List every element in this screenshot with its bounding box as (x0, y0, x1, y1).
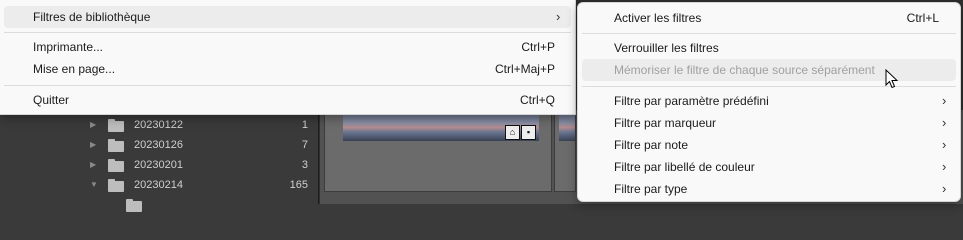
menu-item-label: Verrouiller les filtres (614, 41, 719, 55)
photo-thumbnail[interactable] (559, 111, 575, 141)
menu-item-label: Filtre par paramètre prédéfini (614, 94, 769, 108)
folder-name: 20230122 (134, 119, 183, 131)
shortcut-label: Ctrl+P (521, 40, 555, 54)
expand-triangle-icon[interactable]: ▶ (90, 140, 96, 149)
grid-cell[interactable]: ⌂ ▪ (324, 108, 552, 192)
menu-item-filter-by-color-label[interactable]: Filtre par libellé de couleur › (582, 156, 956, 178)
menu-item-label: Mise en page... (33, 62, 116, 76)
menu-item-filter-by-type[interactable]: Filtre par type › (582, 178, 956, 200)
grid-cell[interactable] (554, 108, 576, 192)
expand-triangle-icon[interactable]: ▶ (90, 160, 96, 169)
folder-count: 7 (301, 139, 308, 151)
menu-item-label: Filtre par libellé de couleur (614, 160, 755, 174)
menu-separator (582, 86, 956, 87)
chevron-right-icon: › (556, 9, 561, 24)
folder-row[interactable]: ▶ 20230126 7 (0, 136, 318, 156)
shortcut-label: Ctrl+L (906, 11, 939, 25)
menu-item-label: Activer les filtres (614, 11, 702, 25)
library-filters-submenu: Activer les filtres Ctrl+L Verrouiller l… (577, 2, 961, 202)
folder-name: 20230214 (134, 179, 183, 191)
menu-separator (4, 32, 571, 33)
menu-item-printer[interactable]: Imprimante... Ctrl+P (4, 36, 571, 58)
folder-icon (126, 199, 142, 212)
menu-item-label: Filtres de bibliothèque (33, 10, 151, 24)
menu-item-filter-by-rating[interactable]: Filtre par note › (582, 134, 956, 156)
folder-count: 1 (301, 119, 308, 131)
folder-icon (108, 159, 124, 172)
folder-icon (108, 139, 124, 152)
expand-triangle-icon[interactable]: ▶ (90, 120, 96, 129)
menu-item-remember-filter-per-source[interactable]: Mémoriser le filtre de chaque source sép… (582, 59, 956, 81)
menu-item-label: Filtre par marqueur (614, 116, 717, 130)
chevron-right-icon: › (942, 137, 947, 152)
mouse-pointer-icon (885, 69, 899, 89)
menu-item-enable-filters[interactable]: Activer les filtres Ctrl+L (582, 7, 956, 29)
chevron-right-icon: › (942, 93, 947, 108)
chevron-right-icon: › (942, 115, 947, 130)
collapse-triangle-icon[interactable]: ▼ (90, 180, 98, 189)
folder-row[interactable] (0, 196, 318, 216)
menu-item-lock-filters[interactable]: Verrouiller les filtres (582, 37, 956, 59)
menu-item-page-setup[interactable]: Mise en page... Ctrl+Maj+P (4, 58, 571, 80)
shortcut-label: Ctrl+Maj+P (494, 62, 555, 76)
menu-item-label: Filtre par note (614, 138, 689, 152)
folder-row[interactable]: ▶ 20230201 3 (0, 156, 318, 176)
file-menu: Filtres de bibliothèque › Imprimante... … (0, 0, 576, 115)
menu-item-quit[interactable]: Quitter Ctrl+Q (4, 89, 571, 111)
folder-name: 20230126 (134, 139, 183, 151)
menu-separator (582, 33, 956, 34)
menu-item-library-filters[interactable]: Filtres de bibliothèque › (4, 6, 571, 28)
menu-item-label: Filtre par type (614, 182, 688, 196)
folder-icon (108, 179, 124, 192)
comment-icon: ▪ (521, 125, 536, 140)
menu-item-label: Quitter (33, 93, 70, 107)
folder-panel: ▶ 20230122 1 ▶ 20230126 7 ▶ 20230201 3 ▼… (0, 110, 319, 212)
menu-item-filter-by-preset[interactable]: Filtre par paramètre prédéfini › (582, 90, 956, 112)
folder-count: 165 (289, 179, 308, 191)
folder-name: 20230201 (134, 159, 183, 171)
folder-icon (108, 119, 124, 132)
menu-item-label: Mémoriser le filtre de chaque source sép… (614, 63, 875, 77)
tag-icon: ⌂ (505, 125, 520, 140)
chevron-right-icon: › (942, 181, 947, 196)
menu-item-label: Imprimante... (33, 40, 104, 54)
folder-row[interactable]: ▶ 20230122 1 (0, 116, 318, 136)
menu-item-filter-by-flag[interactable]: Filtre par marqueur › (582, 112, 956, 134)
shortcut-label: Ctrl+Q (519, 93, 555, 107)
folder-row[interactable]: ▼ 20230214 165 (0, 176, 318, 196)
chevron-right-icon: › (942, 159, 947, 174)
menu-separator (4, 85, 571, 86)
folder-count: 3 (301, 159, 308, 171)
